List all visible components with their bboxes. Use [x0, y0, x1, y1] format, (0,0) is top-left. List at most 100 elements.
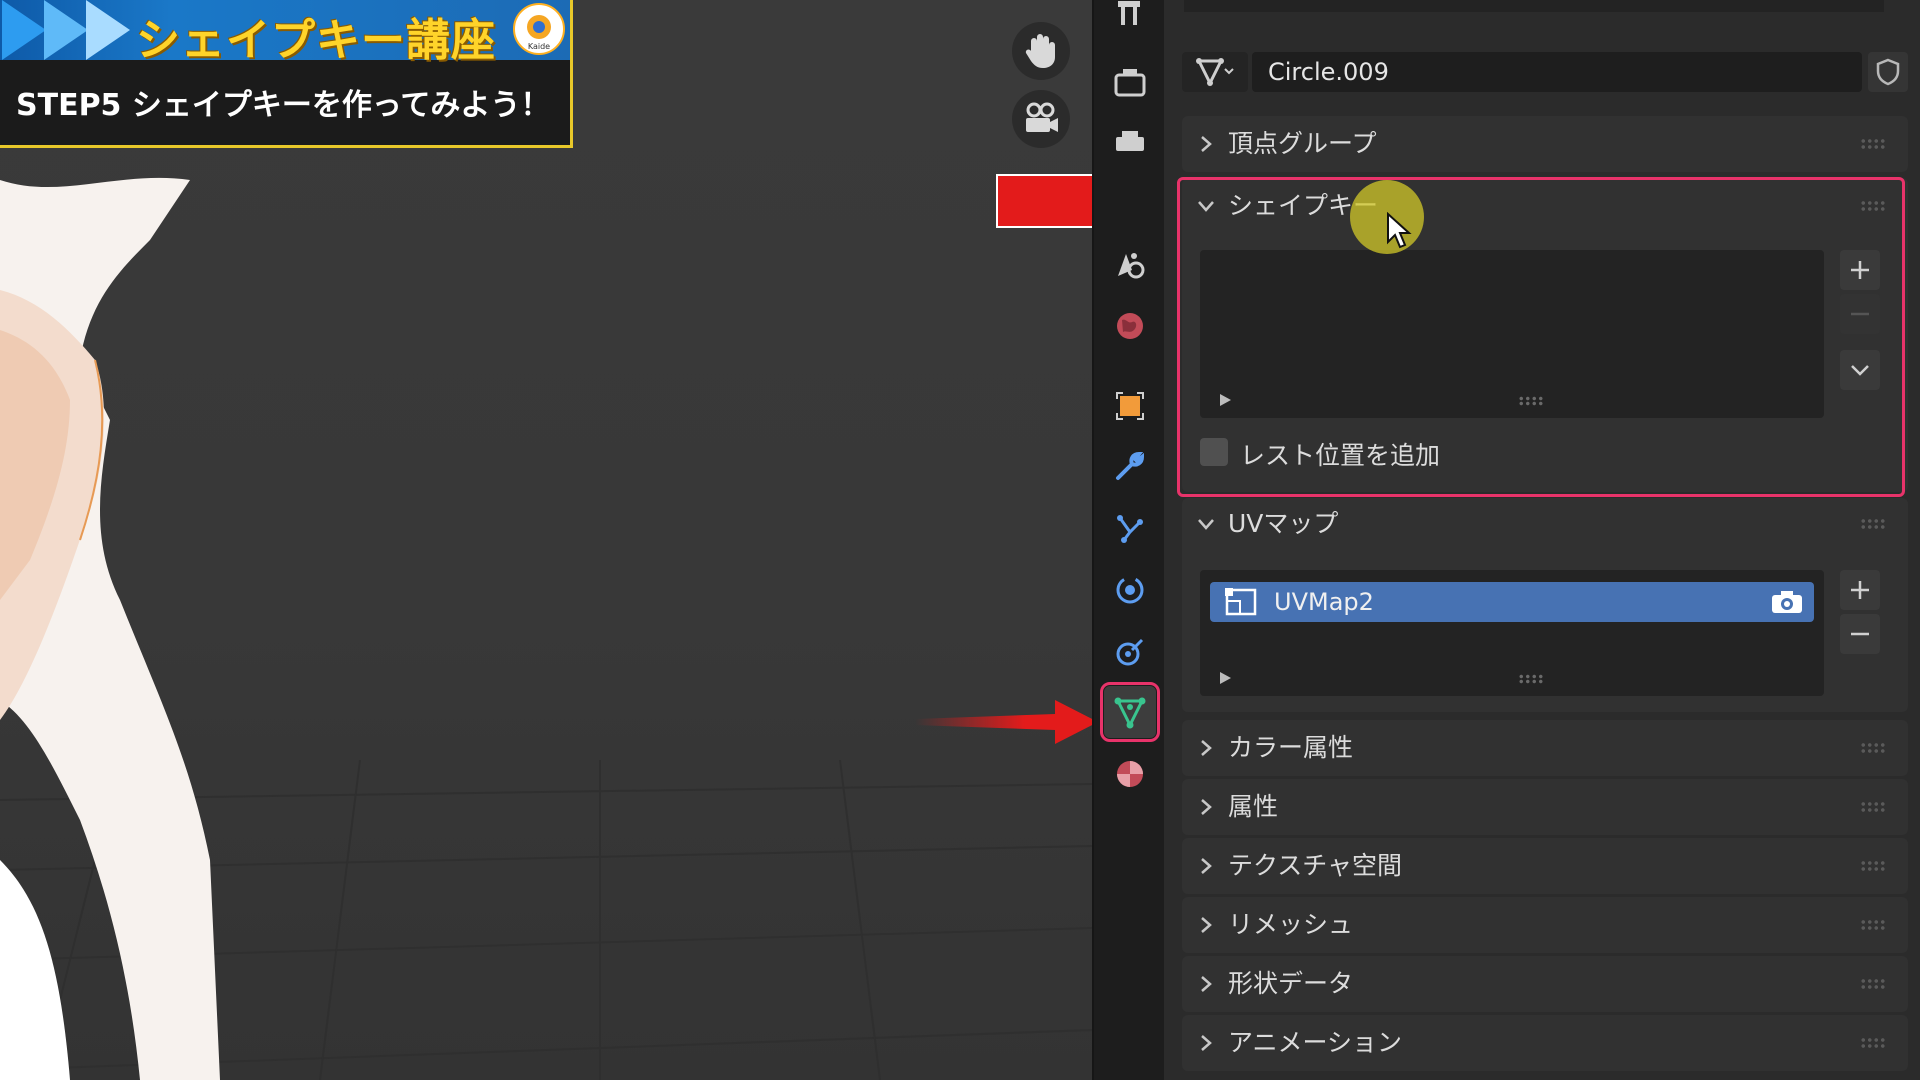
banner-title: シェイプキー講座 — [136, 15, 496, 66]
tab-scene[interactable] — [1104, 238, 1156, 290]
world-icon — [1117, 313, 1143, 339]
banner-header: シェイプキー講座 Kaide — [0, 0, 570, 66]
section-title: リメッシュ — [1228, 910, 1354, 939]
tab-output[interactable] — [1104, 118, 1156, 170]
section-vertex-groups: 頂点グループ — [1182, 116, 1908, 172]
drag-handle-icon[interactable] — [1860, 138, 1886, 150]
section-geometry-data: 形状データ — [1182, 956, 1908, 1012]
tab-object[interactable] — [1104, 380, 1156, 432]
render-icon — [1114, 69, 1146, 97]
character-model[interactable] — [0, 0, 360, 1080]
section-header[interactable]: テクスチャ空間 — [1182, 838, 1908, 894]
logo-text: Kaide — [527, 42, 551, 51]
uv-map-icon — [1225, 588, 1257, 616]
printer-icon — [1116, 131, 1144, 151]
drag-handle-icon[interactable] — [1860, 860, 1886, 872]
camera-icon — [1026, 102, 1058, 132]
properties-tab-strip — [1092, 0, 1166, 1080]
wrench-icon — [1116, 451, 1145, 480]
remove-uv-map-button[interactable] — [1840, 614, 1880, 654]
drag-handle-icon[interactable] — [1860, 1037, 1886, 1049]
hand-icon — [1025, 34, 1055, 68]
expand-filter-icon[interactable] — [1220, 672, 1231, 684]
mouse-cursor-icon — [1387, 212, 1412, 249]
mesh-data-icon — [1114, 697, 1146, 729]
top-breadcrumb — [1184, 0, 1884, 12]
chevron-right-icon — [1201, 917, 1212, 933]
section-header[interactable]: アニメーション — [1182, 1015, 1908, 1071]
section-header[interactable]: UVマップ — [1182, 498, 1908, 550]
physics-icon — [1116, 576, 1144, 604]
shape-keys-highlight-frame — [1177, 177, 1905, 497]
plus-icon — [1851, 581, 1869, 599]
section-remesh: リメッシュ — [1182, 897, 1908, 953]
tab-mesh-data[interactable] — [1100, 682, 1160, 742]
tab-modifiers[interactable] — [1104, 440, 1156, 492]
tool-icon — [1118, 1, 1140, 25]
chevron-decoration-icon — [2, 0, 46, 60]
chevron-right-icon — [1201, 976, 1212, 992]
section-animation: アニメーション — [1182, 1015, 1908, 1071]
material-icon — [1117, 761, 1143, 787]
drag-handle-icon[interactable] — [1860, 742, 1886, 754]
chevron-right-icon — [1201, 1035, 1212, 1051]
chevron-decoration-icon — [44, 0, 88, 60]
section-uv-maps: UVマップ UVMap2 — [1182, 498, 1908, 712]
tab-constraints[interactable] — [1104, 626, 1156, 678]
section-title: アニメーション — [1228, 1028, 1403, 1057]
fake-user-button[interactable] — [1868, 52, 1908, 92]
tab-material[interactable] — [1104, 748, 1156, 800]
banner-subtitle: STEP5 シェイプキーを作ってみよう！ — [16, 88, 551, 123]
uv-map-name: UVMap2 — [1274, 588, 1374, 616]
properties-panel: Circle.009 頂点グループ シェイプキー レスト位置を追加 UVマップ … — [1164, 0, 1920, 1080]
section-header[interactable]: 形状データ — [1182, 956, 1908, 1012]
section-attributes: 属性 — [1182, 779, 1908, 835]
shield-icon — [1876, 58, 1900, 86]
chevron-down-icon — [1198, 519, 1214, 530]
mesh-data-icon — [1196, 58, 1234, 87]
section-title: 属性 — [1228, 792, 1279, 821]
drag-handle-icon[interactable] — [1860, 978, 1886, 990]
chevron-right-icon — [1201, 740, 1212, 756]
chevron-right-icon — [1201, 858, 1212, 874]
logo-ring-icon — [527, 15, 551, 39]
drag-handle-icon[interactable] — [1860, 919, 1886, 931]
chevron-right-icon — [1201, 799, 1212, 815]
scene-icon — [1118, 253, 1145, 279]
chevron-decoration-icon — [86, 0, 130, 60]
tab-world[interactable] — [1104, 300, 1156, 352]
section-texture-space: テクスチャ空間 — [1182, 838, 1908, 894]
mesh-datablock-row: Circle.009 — [1182, 52, 1908, 92]
camera-icon[interactable] — [1770, 589, 1804, 615]
pan-view-button[interactable] — [1012, 22, 1070, 80]
section-title: UVマップ — [1228, 509, 1339, 538]
section-title: カラー属性 — [1228, 733, 1354, 762]
tab-particles[interactable] — [1104, 502, 1156, 554]
uv-map-item[interactable]: UVMap2 — [1210, 582, 1814, 622]
minus-icon — [1851, 632, 1869, 636]
particles-icon — [1117, 515, 1143, 543]
tab-physics[interactable] — [1104, 564, 1156, 616]
section-header[interactable]: リメッシュ — [1182, 897, 1908, 953]
chevron-right-icon — [1201, 136, 1212, 152]
drag-handle-icon[interactable] — [1860, 518, 1886, 530]
mesh-browse-button[interactable] — [1182, 52, 1248, 92]
mesh-name-field[interactable]: Circle.009 — [1252, 52, 1862, 92]
drag-handle-icon[interactable] — [1860, 801, 1886, 813]
tab-render[interactable] — [1104, 56, 1156, 108]
object-icon — [1116, 392, 1144, 420]
section-header[interactable]: 頂点グループ — [1182, 116, 1908, 172]
section-title: 形状データ — [1228, 969, 1354, 998]
3d-viewport[interactable] — [0, 0, 1092, 1080]
arrow-to-data-tab-icon — [915, 700, 1098, 744]
add-uv-map-button[interactable] — [1840, 570, 1880, 610]
section-title: 頂点グループ — [1228, 129, 1377, 158]
tutorial-banner: シェイプキー講座 Kaide STEP5 シェイプキーを作ってみよう！ — [0, 0, 573, 148]
section-header[interactable]: カラー属性 — [1182, 720, 1908, 776]
uv-map-list[interactable]: UVMap2 — [1200, 570, 1824, 696]
list-resize-handle-icon[interactable] — [1518, 674, 1544, 684]
section-header[interactable]: 属性 — [1182, 779, 1908, 835]
tab-tool[interactable] — [1104, 0, 1156, 38]
section-title: テクスチャ空間 — [1228, 851, 1403, 880]
constraints-icon — [1116, 638, 1144, 666]
